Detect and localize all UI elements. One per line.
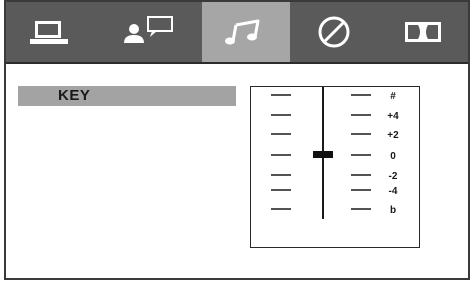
music-note-icon (225, 19, 260, 45)
key-scale: # +4 +2 0 -2 -4 b (271, 87, 399, 219)
scale-label: b (390, 205, 396, 216)
scale-label: 0 (390, 151, 396, 162)
tab-bar (6, 2, 468, 62)
audio-settings-panel: KEY # +4 +2 0 -2 -4 b (6, 62, 468, 278)
tab-general[interactable] (6, 2, 92, 62)
key-slider[interactable]: # +4 +2 0 -2 -4 b (250, 86, 420, 248)
scale-label: +2 (387, 130, 399, 141)
scale-label: +4 (387, 111, 399, 122)
tab-dolby[interactable] (378, 2, 468, 62)
dolby-icon (405, 22, 441, 42)
tab-parental[interactable] (290, 2, 378, 62)
circle-slash-icon (318, 16, 350, 48)
tab-audio[interactable] (202, 2, 290, 62)
person-speech-icon (124, 16, 173, 43)
key-setting-label[interactable]: KEY (18, 86, 236, 106)
settings-window: KEY # +4 +2 0 -2 -4 b (4, 0, 470, 280)
slider-thumb[interactable] (313, 151, 333, 158)
monitor-icon (30, 21, 68, 44)
scale-label: -4 (389, 186, 398, 197)
scale-label: # (390, 91, 396, 102)
tab-language[interactable] (92, 2, 202, 62)
scale-label: -2 (389, 171, 398, 182)
